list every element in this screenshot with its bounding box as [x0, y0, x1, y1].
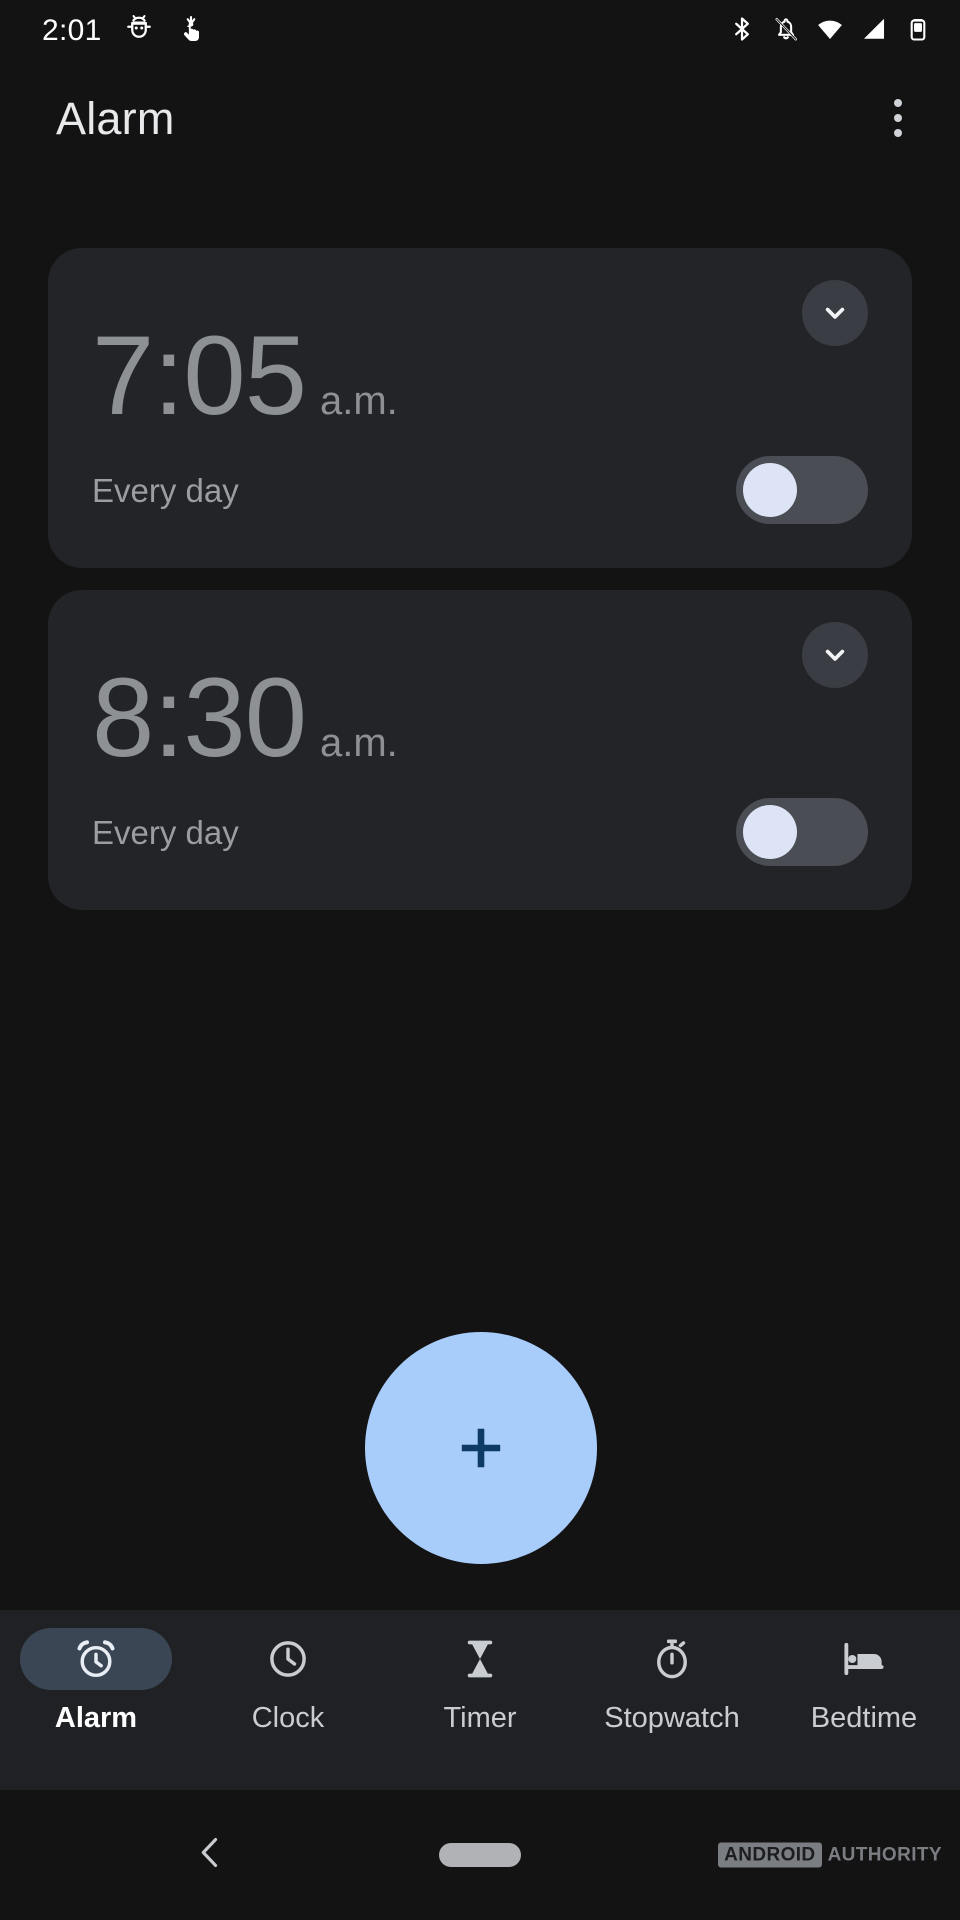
add-alarm-fab[interactable]: [365, 1332, 597, 1564]
android-debug-icon: [124, 14, 154, 49]
watermark: ANDROID AUTHORITY: [718, 1842, 942, 1868]
alarm-list: 7:05 a.m. Every day 8:30 a.m. Every day: [0, 248, 960, 932]
nav-item-timer[interactable]: Timer: [384, 1628, 576, 1733]
alarm-card-footer: Every day: [92, 456, 868, 524]
touch-pointer-icon: [176, 14, 206, 49]
home-pill-icon[interactable]: [439, 1843, 521, 1867]
nav-pill-alarm: [20, 1628, 172, 1690]
overflow-dot: [894, 114, 902, 122]
battery-icon: [904, 15, 932, 48]
nav-item-stopwatch[interactable]: Stopwatch: [576, 1628, 768, 1733]
system-navigation-bar: ANDROID AUTHORITY: [0, 1790, 960, 1920]
alarm-schedule-label: Every day: [92, 471, 239, 509]
alarm-card[interactable]: 8:30 a.m. Every day: [48, 590, 912, 910]
nav-item-alarm[interactable]: Alarm: [0, 1628, 192, 1733]
nav-label-alarm: Alarm: [54, 1702, 138, 1734]
alarm-meridiem: a.m.: [319, 721, 398, 765]
alarm-time: 8:30: [92, 655, 307, 780]
watermark-boxed-text: ANDROID: [718, 1842, 822, 1868]
status-bar-clock: 2:01: [42, 14, 102, 47]
switch-thumb: [743, 463, 797, 517]
overflow-dot: [894, 129, 902, 137]
nav-label-clock: Clock: [251, 1702, 325, 1734]
alarm-time-row[interactable]: 7:05 a.m.: [92, 320, 398, 432]
overflow-dot: [894, 99, 902, 107]
bottom-navigation-bar: Alarm Clock Timer Stopwatch Bedtime: [0, 1610, 960, 1790]
nav-item-clock[interactable]: Clock: [192, 1628, 384, 1733]
chevron-down-icon[interactable]: [802, 622, 868, 688]
alarm-time: 7:05: [92, 313, 307, 438]
nav-pill-timer: [404, 1628, 556, 1690]
status-bar-right: [728, 15, 932, 48]
stopwatch-icon: [657, 1639, 687, 1679]
alarm-time-row[interactable]: 8:30 a.m.: [92, 662, 398, 774]
nav-label-timer: Timer: [443, 1702, 517, 1734]
alarm-clock-icon: [77, 1640, 115, 1678]
alarm-schedule-label: Every day: [92, 813, 239, 851]
alarm-card[interactable]: 7:05 a.m. Every day: [48, 248, 912, 568]
alarm-toggle-switch[interactable]: [736, 798, 868, 866]
cellular-signal-icon: [860, 15, 888, 48]
nav-pill-stopwatch: [596, 1628, 748, 1690]
nav-pill-clock: [212, 1628, 364, 1690]
phone-screen: 2:01 Alarm 7:05 a.m. Every day 8:30 a.m.…: [0, 0, 960, 1920]
status-bar-left: 2:01: [42, 14, 206, 49]
alarm-meridiem: a.m.: [319, 379, 398, 423]
app-bar: Alarm: [0, 62, 960, 174]
alarm-card-footer: Every day: [92, 798, 868, 866]
clock-icon: [270, 1641, 306, 1677]
nav-label-stopwatch: Stopwatch: [604, 1702, 740, 1734]
plus-icon: [461, 1428, 501, 1468]
status-bar: 2:01: [0, 0, 960, 62]
hourglass-icon: [467, 1640, 493, 1678]
nav-item-bedtime[interactable]: Bedtime: [768, 1628, 960, 1733]
watermark-plain-text: AUTHORITY: [827, 1844, 942, 1866]
notifications-off-icon: [772, 15, 800, 48]
overflow-menu-button[interactable]: [862, 82, 934, 154]
wifi-icon: [816, 15, 844, 48]
bed-icon: [844, 1642, 884, 1676]
nav-pill-bedtime: [788, 1628, 940, 1690]
back-chevron-icon[interactable]: [190, 1832, 232, 1879]
nav-label-bedtime: Bedtime: [810, 1702, 918, 1734]
chevron-down-icon[interactable]: [802, 280, 868, 346]
alarm-toggle-switch[interactable]: [736, 456, 868, 524]
page-title: Alarm: [56, 92, 175, 144]
switch-thumb: [743, 805, 797, 859]
bluetooth-icon: [728, 15, 756, 48]
